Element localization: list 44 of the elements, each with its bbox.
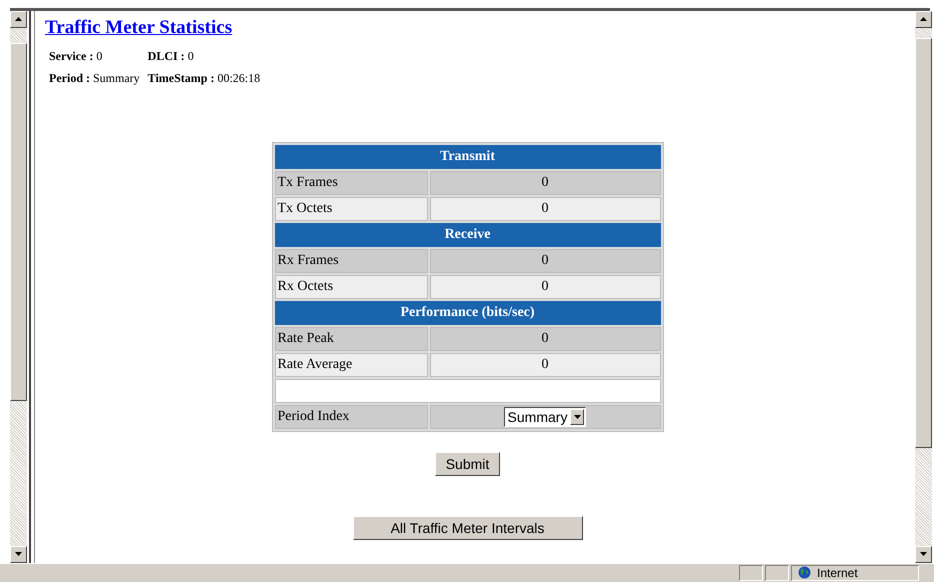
down-arrow-icon — [15, 552, 22, 556]
page-title[interactable]: Traffic Meter Statistics — [45, 16, 232, 39]
section-header: Performance (bits/sec) — [274, 300, 660, 325]
table-cell: Tx Octets — [274, 196, 428, 221]
table-cell: 0 — [430, 352, 660, 377]
info-text: DLCI : 0 — [148, 48, 195, 64]
info-text: Service : 0 — [49, 48, 104, 64]
up-arrow-icon — [15, 17, 22, 22]
scroll-up-button[interactable] — [915, 10, 932, 28]
table-cell: 0 — [430, 170, 660, 195]
scroll-up-button[interactable] — [10, 10, 27, 28]
scroll-down-button[interactable] — [10, 546, 27, 563]
section-header: Transmit — [274, 144, 660, 169]
dropdown-button[interactable] — [570, 408, 584, 425]
table-cell: 0 — [430, 248, 660, 273]
table-cell: Rx Octets — [274, 274, 428, 299]
table-cell: 0 — [430, 326, 660, 351]
status-pane — [765, 564, 789, 581]
section-header: Receive — [274, 222, 660, 247]
scrollbar[interactable] — [915, 10, 932, 563]
submit-button[interactable]: Submit — [434, 452, 500, 476]
scroll-thumb[interactable] — [10, 42, 27, 401]
up-arrow-icon — [920, 17, 927, 22]
table-cell: Rx Frames — [274, 248, 428, 273]
table-cell: Tx Frames — [274, 170, 428, 195]
down-arrow-icon — [574, 414, 581, 419]
table-cell: Period Index — [274, 404, 428, 429]
scroll-track[interactable] — [10, 28, 27, 43]
scroll-down-button[interactable] — [915, 546, 932, 563]
table-cell: 0 — [430, 274, 660, 299]
table-cell: Rate Peak — [274, 326, 428, 351]
table-cell: Rate Average — [274, 352, 428, 377]
scrollbar[interactable] — [10, 10, 27, 563]
scroll-track[interactable] — [915, 28, 932, 38]
scroll-thumb[interactable] — [915, 38, 932, 448]
info-text: Period : Summary — [49, 70, 141, 86]
down-arrow-icon — [920, 552, 927, 556]
zone-label: Internet — [817, 566, 858, 580]
table-cell: 0 — [430, 196, 660, 221]
info-text: TimeStamp : 00:26:18 — [148, 70, 262, 86]
intervals-button[interactable]: All Traffic Meter Intervals — [352, 516, 582, 540]
globe-icon — [798, 566, 811, 580]
status-pane — [739, 564, 763, 581]
period-dropdown[interactable]: Summary — [504, 406, 586, 427]
